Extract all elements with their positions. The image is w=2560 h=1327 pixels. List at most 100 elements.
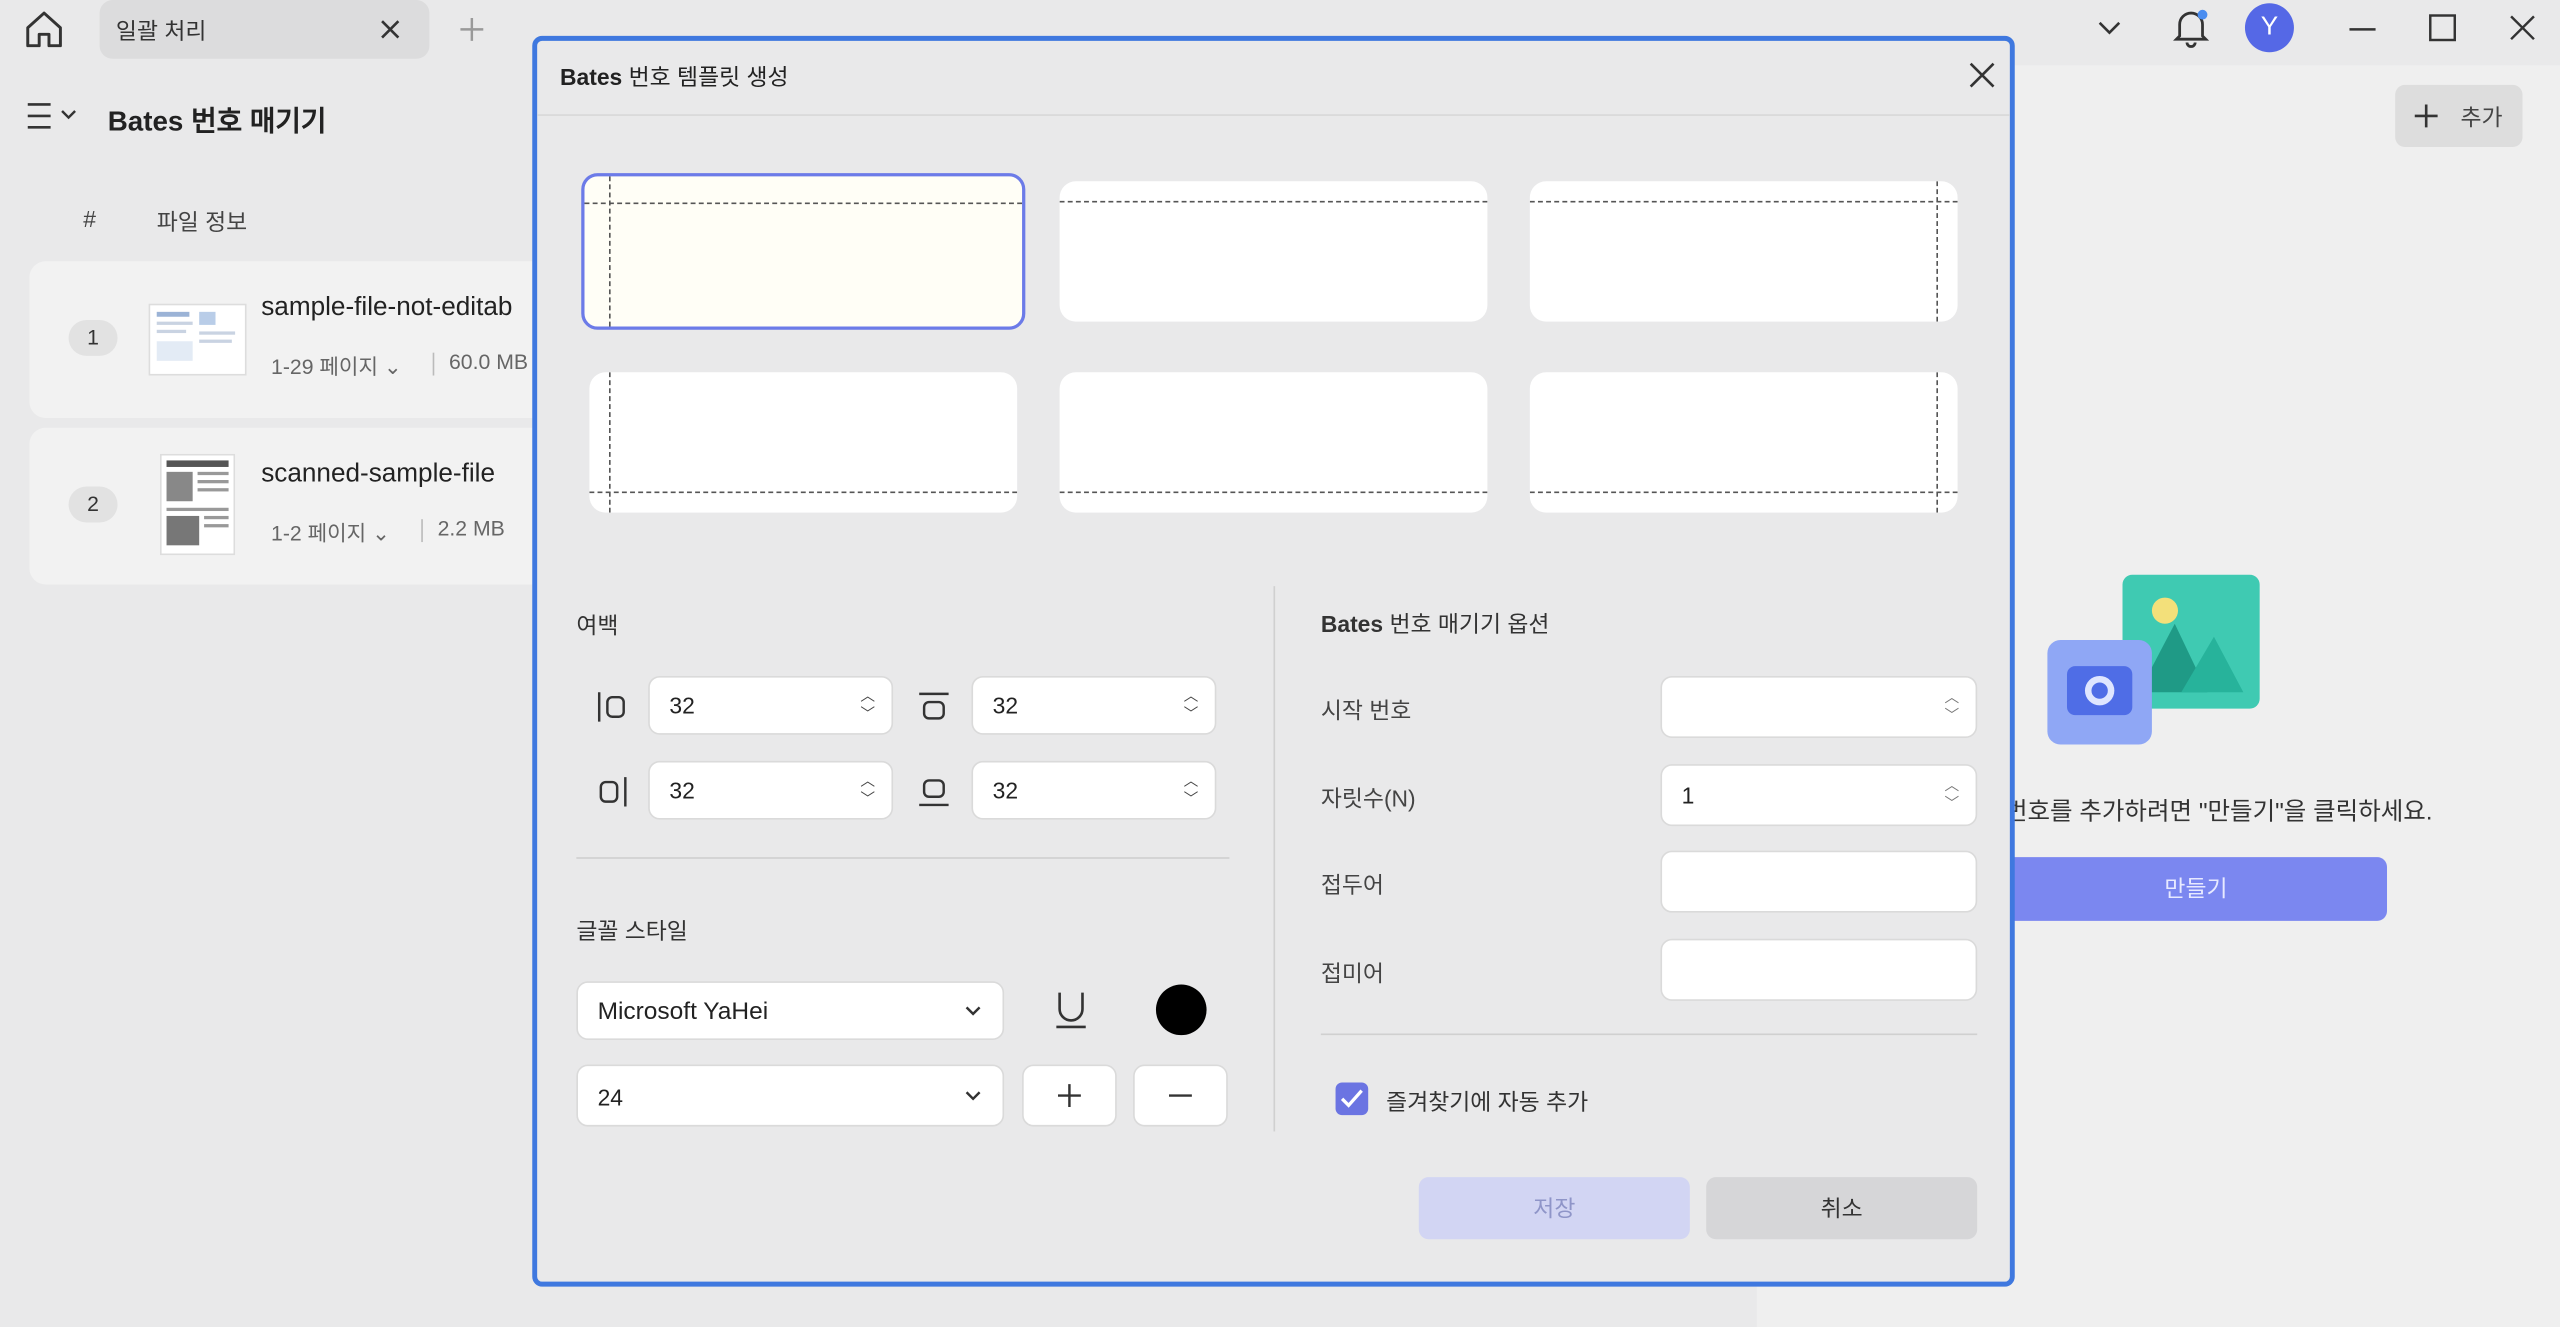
font-color-swatch[interactable] <box>1155 984 1207 1036</box>
page-range: 1-29 페이지 <box>271 354 378 379</box>
margin-top-stepper[interactable]: 32 ︿ ﹀ <box>971 675 1217 735</box>
guide-line <box>589 491 1018 494</box>
new-tab-icon[interactable] <box>457 15 486 44</box>
guide-line <box>608 372 611 513</box>
guide-line <box>1936 372 1939 513</box>
row-index: 1 <box>68 320 118 356</box>
margin-right-icon <box>596 776 629 809</box>
avatar[interactable]: Y <box>2244 3 2294 53</box>
margin-bottom-stepper[interactable]: 32 ︿ ﹀ <box>971 760 1217 820</box>
guide-line <box>1936 181 1939 322</box>
margin-left-value: 32 <box>669 692 695 719</box>
tab-batch-processing[interactable]: 일괄 처리 <box>99 0 430 59</box>
divider <box>576 857 1230 859</box>
app-window: 일괄 처리 Y Bates 번호 매기기 # 파일 정보 1 sample-fi… <box>0 0 2560 1327</box>
minimize-icon[interactable] <box>2348 15 2377 44</box>
tab-label: 일괄 처리 <box>115 17 207 45</box>
file-size: 2.2 MB <box>437 515 505 541</box>
digits-stepper[interactable]: 1 ︿ ﹀ <box>1660 764 1978 827</box>
margin-bottom-icon <box>918 776 951 809</box>
minus-icon <box>1167 1082 1193 1108</box>
make-button[interactable]: 만들기 <box>2004 857 2388 921</box>
add-button[interactable]: 추가 <box>2395 84 2523 147</box>
start-number-stepper[interactable]: ︿ ﹀ <box>1660 675 1978 738</box>
margin-right-stepper[interactable]: 32 ︿ ﹀ <box>648 760 894 820</box>
stepper-arrows-icon[interactable]: ︿ ﹀ <box>1184 687 1199 723</box>
bates-template-dialog: Bates 번호 템플릿 생성 여백 32 ︿ ﹀ 32 ︿ ﹀ 32 ︿ ﹀ … <box>532 35 2015 1287</box>
font-size-select[interactable]: 24 <box>576 1064 1005 1127</box>
column-header-info: 파일 정보 <box>156 208 248 236</box>
suffix-input[interactable] <box>1660 938 1978 1001</box>
template-bottom-center[interactable] <box>1059 372 1488 513</box>
margin-left-stepper[interactable]: 32 ︿ ﹀ <box>648 675 894 735</box>
close-window-icon[interactable] <box>2508 13 2537 42</box>
divider <box>421 519 423 543</box>
font-style-label: 글꼴 스타일 <box>576 917 688 944</box>
margin-top-icon <box>918 691 951 724</box>
save-button[interactable]: 저장 <box>1418 1177 1690 1240</box>
guide-line <box>1059 491 1488 494</box>
add-button-label: 추가 <box>2460 104 2503 131</box>
stepper-arrows-icon[interactable]: ︿ ﹀ <box>860 772 875 808</box>
menu-icon[interactable] <box>26 101 82 130</box>
plus-icon <box>2411 101 2440 130</box>
page-range-dropdown[interactable]: 1-2 페이지 ⌄ <box>271 516 390 547</box>
dialog-title: Bates 번호 템플릿 생성 <box>560 63 789 90</box>
suffix-label: 접미어 <box>1320 960 1384 987</box>
divider <box>1273 586 1276 1132</box>
margin-label: 여백 <box>576 612 619 639</box>
divider <box>1320 1033 1978 1036</box>
file-row[interactable]: 2 scanned-sample-file 1-2 페이지 ⌄ 2.2 MB <box>29 427 569 585</box>
row-index: 2 <box>68 486 118 523</box>
digits-label: 자릿수(N) <box>1320 785 1416 812</box>
template-top-center[interactable] <box>1059 181 1488 322</box>
file-row[interactable]: 1 sample-file-not-editab 1-29 페이지 ⌄ 60.0… <box>29 261 569 418</box>
file-thumbnail <box>160 453 236 556</box>
underline-icon[interactable] <box>1053 989 1089 1031</box>
file-name: sample-file-not-editab <box>261 293 513 322</box>
chevron-down-icon: ⌄ <box>372 520 390 546</box>
file-size: 60.0 MB <box>448 349 529 374</box>
stepper-arrows-icon[interactable]: ︿ ﹀ <box>1945 777 1960 813</box>
start-number-label: 시작 번호 <box>1320 697 1412 724</box>
page-range-dropdown[interactable]: 1-29 페이지 ⌄ <box>271 349 402 380</box>
plus-icon <box>1056 1082 1082 1108</box>
font-family-select[interactable]: Microsoft YaHei <box>576 981 1005 1041</box>
cancel-button[interactable]: 취소 <box>1706 1177 1978 1240</box>
close-icon[interactable] <box>1967 60 1996 89</box>
chevron-down-icon: ⌄ <box>383 354 402 379</box>
margin-right-value: 32 <box>669 777 695 804</box>
margin-top-value: 32 <box>992 692 1019 719</box>
template-bottom-left[interactable] <box>589 372 1018 513</box>
font-size-increase-button[interactable] <box>1022 1064 1117 1127</box>
margin-bottom-value: 32 <box>992 777 1019 804</box>
stepper-arrows-icon[interactable]: ︿ ﹀ <box>1945 689 1960 725</box>
bell-icon[interactable] <box>2171 7 2210 49</box>
template-top-right[interactable] <box>1529 181 1958 322</box>
checkmark-icon <box>1340 1089 1363 1109</box>
page-title: Bates 번호 매기기 <box>107 106 327 138</box>
margin-left-icon <box>596 691 629 724</box>
file-thumbnail <box>148 303 247 376</box>
home-icon[interactable] <box>23 8 65 50</box>
stepper-arrows-icon[interactable]: ︿ ﹀ <box>1184 772 1199 808</box>
chevron-down-icon[interactable] <box>2095 16 2124 39</box>
template-bottom-right[interactable] <box>1529 372 1958 513</box>
divider <box>432 352 435 376</box>
font-size-decrease-button[interactable] <box>1133 1064 1228 1127</box>
maximize-icon[interactable] <box>2428 13 2457 42</box>
divider <box>537 114 2010 116</box>
guide-line <box>1059 200 1488 203</box>
empty-hint: 번호를 추가하려면 "만들기"을 클릭하세요. <box>2004 798 2433 827</box>
close-icon[interactable] <box>377 16 403 42</box>
guide-line <box>1529 491 1958 494</box>
favorites-checkbox[interactable] <box>1335 1082 1369 1116</box>
prefix-input[interactable] <box>1660 850 1978 913</box>
font-size-value: 24 <box>597 1084 624 1111</box>
options-title: Bates 번호 매기기 옵션 <box>1320 610 1550 637</box>
image-camera-illustration-icon <box>2044 571 2266 751</box>
guide-line <box>584 202 1023 205</box>
chevron-down-icon <box>963 1001 983 1021</box>
template-top-left[interactable] <box>581 173 1026 330</box>
stepper-arrows-icon[interactable]: ︿ ﹀ <box>860 687 875 723</box>
